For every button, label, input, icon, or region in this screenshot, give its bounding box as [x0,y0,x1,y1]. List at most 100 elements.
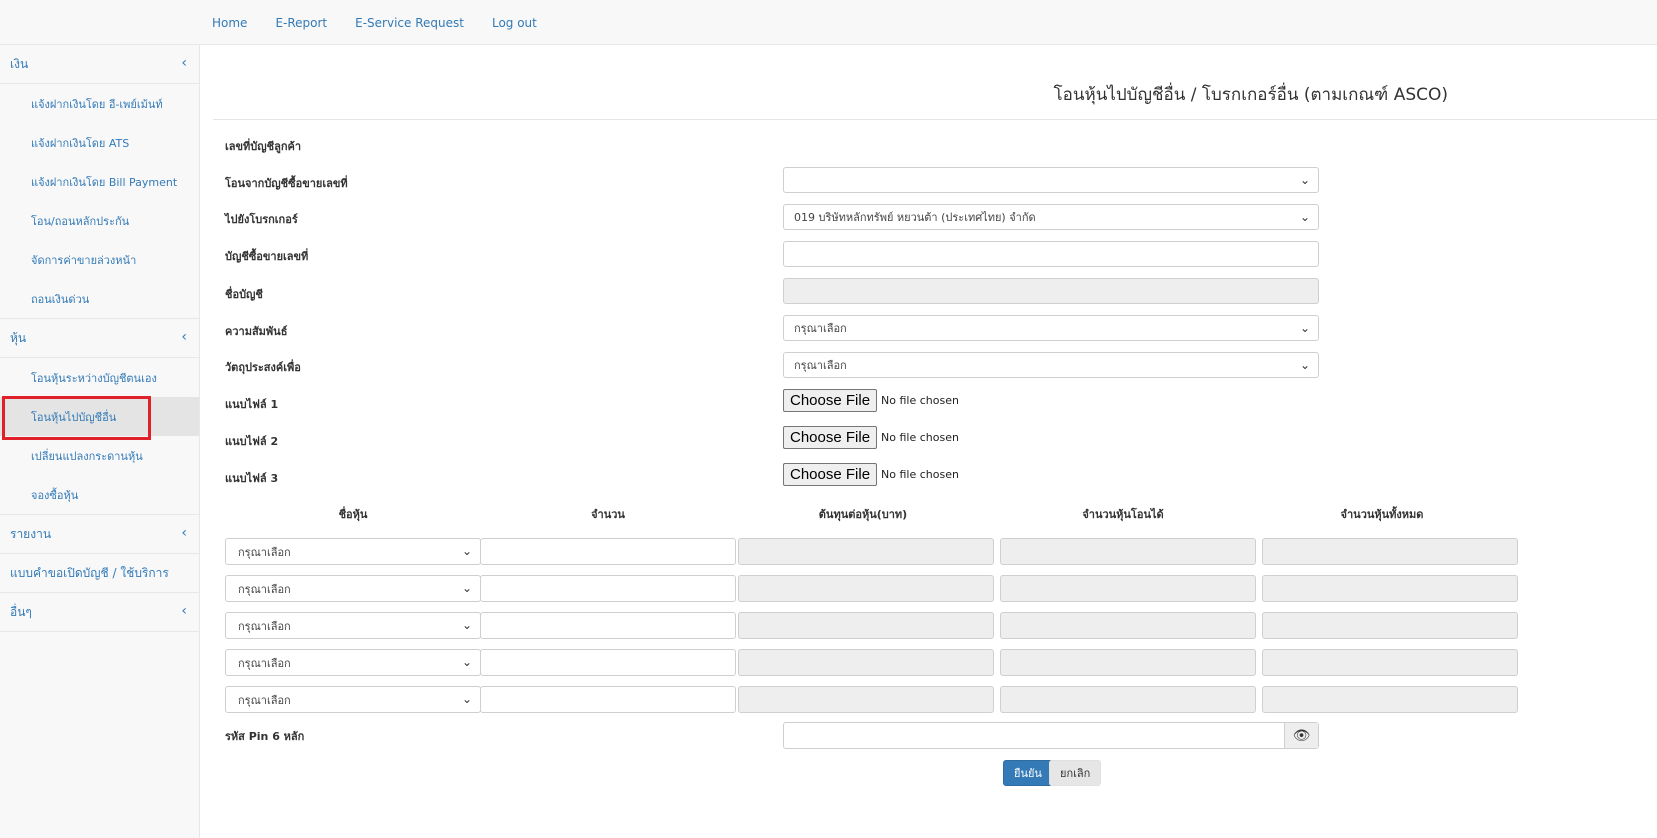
cost-field [738,575,994,602]
sidebar-section-label: หุ้น [10,330,27,345]
divider [213,119,1657,120]
purpose-select[interactable]: กรุณาเลือก ⌄ [783,352,1319,378]
sidebar-section-account-form[interactable]: แบบคำขอเปิดบัญชี / ใช้บริการ [0,554,199,593]
attach1-label: แนบไฟล์ 1 [225,398,279,411]
total-field [1262,612,1518,639]
sidebar-section-report[interactable]: รายงาน ‹ [0,515,199,554]
sidebar-section-other[interactable]: อื่นๆ ‹ [0,593,199,632]
choose-file-button[interactable]: Choose File [783,426,878,449]
chevron-down-icon: ⌄ [1299,321,1310,335]
relation-label: ความสัมพันธ์ [225,325,288,338]
highlight-box [2,396,151,440]
transferable-field [1000,538,1256,565]
customer-account-label: เลขที่บัญชีลูกค้า [225,140,302,153]
chevron-down-icon: ⌄ [1299,210,1310,224]
purpose-label: วัตถุประสงค์เพื่อ [225,361,301,374]
attach3-file-input[interactable]: Choose File No file chosen [783,463,959,486]
stock-select[interactable]: กรุณาเลือก ⌄ [225,612,481,639]
sidebar-item-ats[interactable]: แจ้งฝากเงินโดย ATS [0,123,199,162]
total-field [1262,686,1518,713]
quantity-input[interactable] [480,612,736,639]
chevron-down-icon: ⌄ [1299,173,1310,187]
stock-select[interactable]: กรุณาเลือก ⌄ [225,649,481,676]
select-value: กรุณาเลือก [238,582,291,596]
chevron-left-icon: ‹ [181,329,187,345]
sidebar-section-label: แบบคำขอเปิดบัญชี / ใช้บริการ [10,565,169,580]
choose-file-button[interactable]: Choose File [783,463,878,486]
sidebar-item-transfer-own[interactable]: โอนหุ้นระหว่างบัญชีตนเอง [0,358,199,397]
chevron-down-icon: ⌄ [461,544,472,558]
sidebar-item-change-board[interactable]: เปลี่ยนแปลงกระดานหุ้น [0,436,199,475]
eye-icon[interactable]: 👁 [1284,723,1318,748]
pin-input[interactable]: 👁 [783,722,1319,749]
nav-e-report[interactable]: E-Report [275,16,327,30]
no-file-text: No file chosen [881,468,959,481]
page-title: โอนหุ้นไปบัญชีอื่น / โบรกเกอร์อื่น (ตามเ… [1053,85,1448,105]
quantity-input[interactable] [480,686,736,713]
select-value: กรุณาเลือก [238,656,291,670]
chevron-down-icon: ⌄ [461,618,472,632]
sidebar-section-stock[interactable]: หุ้น ‹ [0,319,199,358]
transferable-field [1000,612,1256,639]
nav-home[interactable]: Home [212,16,247,30]
sidebar-item-transfer-other[interactable]: โอนหุ้นไปบัญชีอื่น [0,396,199,440]
to-broker-select[interactable]: 019 บริษัทหลักทรัพย์ หยวนต้า (ประเทศไทย)… [783,204,1319,230]
select-value: กรุณาเลือก [238,693,291,707]
select-value: กรุณาเลือก [238,545,291,559]
select-value: กรุณาเลือก [794,322,847,335]
cost-field [738,612,994,639]
col-header-total: จำนวนหุ้นทั้งหมด [1340,508,1424,521]
stock-select[interactable]: กรุณาเลือก ⌄ [225,575,481,602]
from-account-select[interactable]: ⌄ [783,167,1319,193]
total-field [1262,538,1518,565]
chevron-down-icon: ⌄ [1299,358,1310,372]
select-value: กรุณาเลือก [238,619,291,633]
col-header-stock: ชื่อหุ้น [338,508,368,521]
main-content: โอนหุ้นไปบัญชีอื่น / โบรกเกอร์อื่น (ตามเ… [213,45,1657,838]
quantity-input[interactable] [480,649,736,676]
stock-select[interactable]: กรุณาเลือก ⌄ [225,686,481,713]
cancel-button[interactable]: ยกเลิก [1049,760,1102,786]
sidebar-section-money[interactable]: เงิน ‹ [0,45,199,84]
col-header-quantity: จำนวน [591,508,625,521]
attach1-file-input[interactable]: Choose File No file chosen [783,389,959,412]
choose-file-button[interactable]: Choose File [783,389,878,412]
transferable-field [1000,575,1256,602]
nav-logout[interactable]: Log out [492,16,537,30]
chevron-left-icon: ‹ [181,525,187,541]
cost-field [738,538,994,565]
chevron-down-icon: ⌄ [461,692,472,706]
sidebar-section-label: รายงาน [10,526,52,541]
col-header-cost: ต้นทุนต่อหุ้น(บาท) [818,508,908,521]
stock-select[interactable]: กรุณาเลือก ⌄ [225,538,481,565]
top-navbar: Home E-Report E-Service Request Log out [0,0,1657,45]
sidebar-item-epayment[interactable]: แจ้งฝากเงินโดย อี-เพย์เม้นท์ [0,84,199,123]
quantity-input[interactable] [480,575,736,602]
attach2-label: แนบไฟล์ 2 [225,435,279,448]
quantity-input[interactable] [480,538,736,565]
no-file-text: No file chosen [881,394,959,407]
sidebar-item-quick-withdraw[interactable]: ถอนเงินด่วน [0,279,199,318]
select-value: 019 บริษัทหลักทรัพย์ หยวนต้า (ประเทศไทย)… [794,211,1036,224]
account-name-label: ชื่อบัญชี [225,288,263,301]
sidebar-group-money: แจ้งฝากเงินโดย อี-เพย์เม้นท์ แจ้งฝากเงิน… [0,84,199,319]
trading-account-input[interactable] [783,241,1319,267]
sidebar-group-stock: โอนหุ้นระหว่างบัญชีตนเอง โอนหุ้นไปบัญชีอ… [0,358,199,515]
total-field [1262,649,1518,676]
sidebar-item-advance-sale[interactable]: จัดการค่าขายล่วงหน้า [0,240,199,279]
select-value: กรุณาเลือก [794,359,847,372]
chevron-left-icon: ‹ [181,55,187,71]
confirm-button[interactable]: ยืนยัน [1003,760,1053,786]
chevron-down-icon: ⌄ [461,655,472,669]
chevron-left-icon: ‹ [181,603,187,619]
attach2-file-input[interactable]: Choose File No file chosen [783,426,959,449]
sidebar: เงิน ‹ แจ้งฝากเงินโดย อี-เพย์เม้นท์ แจ้ง… [0,45,200,838]
sidebar-item-subscribe[interactable]: จองซื้อหุ้น [0,475,199,514]
cost-field [738,649,994,676]
sidebar-item-bill-payment[interactable]: แจ้งฝากเงินโดย Bill Payment [0,162,199,201]
nav-e-service-request[interactable]: E-Service Request [355,16,464,30]
attach3-label: แนบไฟล์ 3 [225,472,279,485]
relation-select[interactable]: กรุณาเลือก ⌄ [783,315,1319,341]
sidebar-item-collateral[interactable]: โอน/ถอนหลักประกัน [0,201,199,240]
to-broker-label: ไปยังโบรกเกอร์ [225,213,298,226]
